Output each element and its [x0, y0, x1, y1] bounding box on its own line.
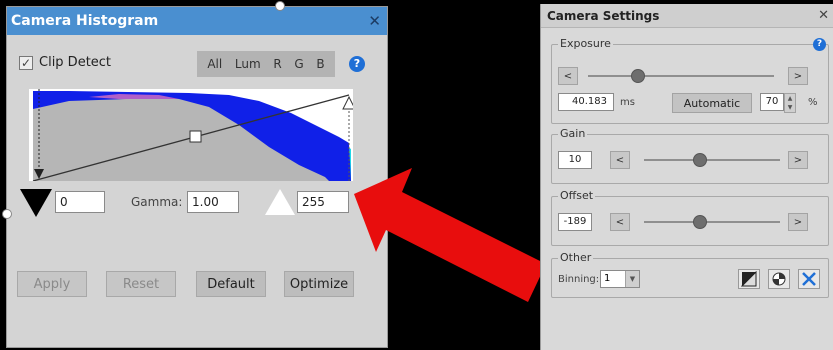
- close-icon[interactable]: ✕: [818, 4, 829, 28]
- channel-all-button[interactable]: All: [207, 57, 222, 71]
- tools-button[interactable]: [798, 269, 820, 289]
- channel-g-button[interactable]: G: [294, 57, 303, 71]
- flatfield-tool-button[interactable]: [738, 269, 760, 289]
- auto-percent-input[interactable]: 70: [760, 93, 784, 111]
- gain-value-input[interactable]: 10: [558, 151, 592, 169]
- offset-slider[interactable]: [644, 215, 780, 229]
- exposure-value-input[interactable]: 40.183: [558, 93, 614, 111]
- black-level-marker[interactable]: [20, 189, 52, 217]
- clip-detect-row[interactable]: ✓ Clip Detect: [19, 55, 111, 70]
- wrench-icon: [802, 272, 816, 286]
- color-tool-button[interactable]: [768, 269, 790, 289]
- offset-value-input[interactable]: -189: [558, 213, 592, 231]
- histogram-title-bar[interactable]: Camera Histogram ✕: [7, 7, 387, 35]
- slider-thumb[interactable]: [692, 153, 707, 167]
- help-icon[interactable]: ?: [813, 38, 826, 51]
- slider-thumb[interactable]: [631, 69, 645, 83]
- resize-handle[interactable]: [275, 1, 285, 11]
- exposure-increase-button[interactable]: >: [788, 67, 808, 85]
- close-icon[interactable]: ✕: [368, 7, 381, 35]
- percent-sign: %: [808, 97, 818, 108]
- gain-group: Gain 10 < >: [551, 127, 829, 184]
- other-group: Other Binning: 1 ▼: [551, 251, 829, 298]
- histogram-title: Camera Histogram: [11, 13, 159, 29]
- channel-selector: All Lum R G B: [197, 51, 335, 77]
- binning-dropdown[interactable]: 1 ▼: [600, 270, 640, 288]
- flatfield-icon: [741, 271, 757, 287]
- exposure-unit: ms: [620, 97, 635, 108]
- offset-group: Offset -189 < >: [551, 189, 829, 246]
- color-wheel-icon: [772, 272, 786, 286]
- default-button[interactable]: Default: [196, 271, 266, 297]
- settings-title: Camera Settings: [547, 9, 660, 23]
- other-label: Other: [558, 251, 594, 264]
- slider-thumb[interactable]: [692, 215, 707, 229]
- white-level-marker[interactable]: [265, 189, 295, 215]
- red-arrow-annotation: [354, 168, 546, 302]
- channel-r-button[interactable]: R: [273, 57, 281, 71]
- screen: Camera Histogram ✕ ✓ Clip Detect All Lum…: [0, 0, 833, 350]
- gamma-handle: [189, 130, 202, 143]
- gain-decrease-button[interactable]: <: [610, 151, 630, 169]
- offset-decrease-button[interactable]: <: [610, 213, 630, 231]
- min-level-input[interactable]: 0: [55, 191, 105, 213]
- resize-handle[interactable]: [2, 209, 12, 219]
- exposure-decrease-button[interactable]: <: [558, 67, 578, 85]
- automatic-button[interactable]: Automatic: [672, 93, 752, 113]
- channel-b-button[interactable]: B: [316, 57, 324, 71]
- exposure-group: Exposure ? < > 40.183 ms Automatic 70 ▲ ▼…: [551, 37, 829, 124]
- gamma-label: Gamma:: [131, 195, 183, 209]
- slider-track: [644, 159, 780, 161]
- gain-label: Gain: [558, 127, 588, 140]
- help-icon[interactable]: ?: [349, 56, 365, 72]
- gain-slider[interactable]: [644, 153, 780, 167]
- auto-percent-spinner[interactable]: ▲ ▼: [784, 93, 796, 113]
- channel-lum-button[interactable]: Lum: [235, 57, 261, 71]
- optimize-button[interactable]: Optimize: [284, 271, 354, 297]
- gamma-input[interactable]: 1.00: [187, 191, 239, 213]
- exposure-label: Exposure: [558, 37, 613, 50]
- settings-title-bar[interactable]: Camera Settings ✕: [541, 4, 833, 28]
- slider-track: [644, 221, 780, 223]
- apply-button[interactable]: Apply: [17, 271, 87, 297]
- clip-detect-label: Clip Detect: [39, 55, 112, 70]
- max-level-input[interactable]: 255: [297, 191, 349, 213]
- binning-value: 1: [604, 273, 611, 284]
- exposure-slider[interactable]: [588, 69, 774, 83]
- chevron-down-icon: ▼: [625, 271, 639, 287]
- camera-histogram-window: Camera Histogram ✕ ✓ Clip Detect All Lum…: [2, 1, 388, 348]
- reset-button[interactable]: Reset: [106, 271, 176, 297]
- camera-settings-window: Camera Settings ✕ Exposure ? < > 40.183 …: [540, 4, 833, 350]
- offset-label: Offset: [558, 189, 596, 202]
- gain-increase-button[interactable]: >: [788, 151, 808, 169]
- offset-increase-button[interactable]: >: [788, 213, 808, 231]
- binning-label: Binning:: [558, 274, 600, 285]
- slider-track: [588, 75, 774, 77]
- clip-detect-checkbox[interactable]: ✓: [19, 55, 33, 70]
- histogram-plot[interactable]: [29, 89, 353, 181]
